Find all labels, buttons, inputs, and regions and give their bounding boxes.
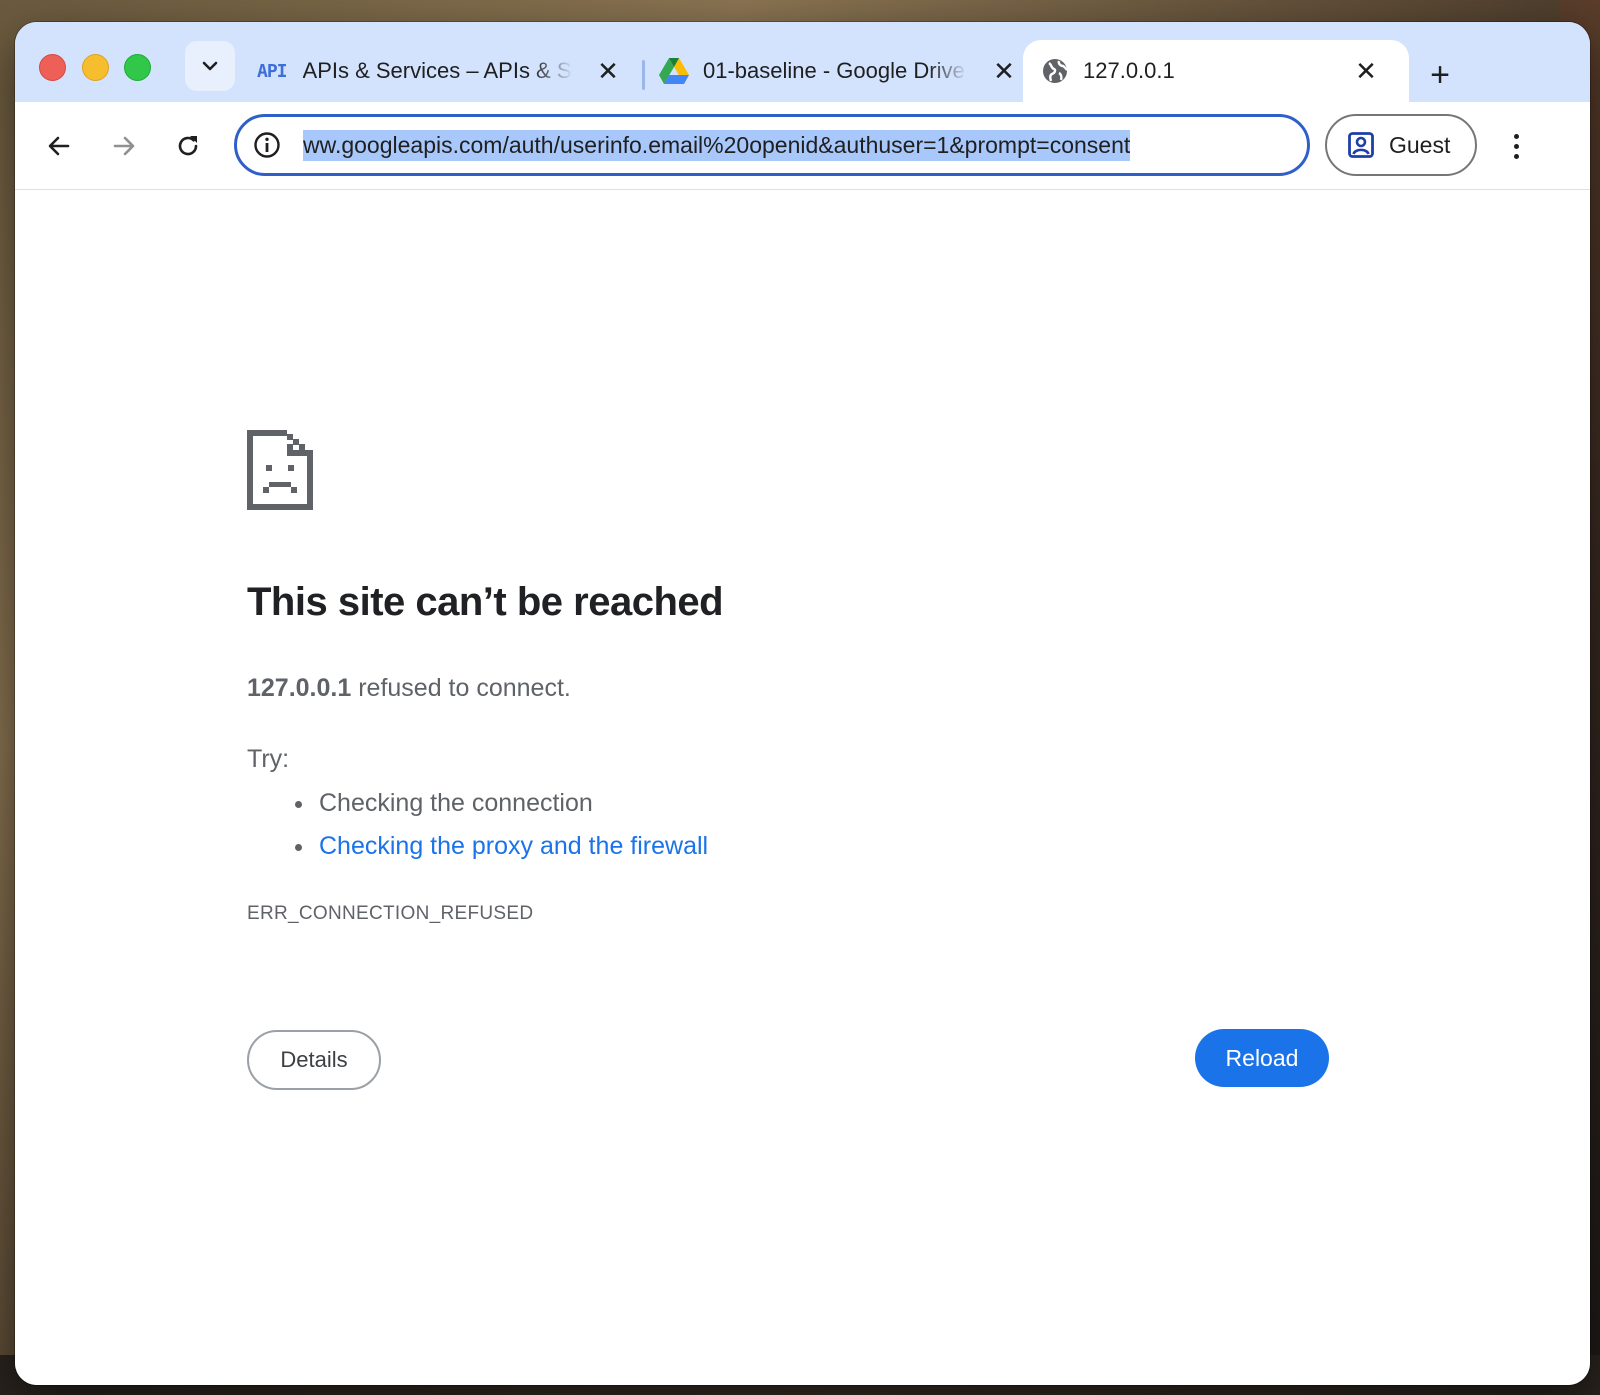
info-icon[interactable] [253, 131, 281, 159]
arrow-right-icon [113, 136, 135, 156]
tab-close-button[interactable]: ✕ [989, 56, 1019, 86]
error-summary-text: refused to connect. [351, 674, 571, 702]
browser-toolbar: ww.googleapis.com/auth/userinfo.email%20… [15, 102, 1590, 190]
tab-close-button[interactable]: ✕ [1351, 56, 1381, 86]
tab-title: 01-baseline - Google Drive [703, 58, 965, 83]
page-title: This site can’t be reached [247, 580, 724, 624]
tab-close-button[interactable]: ✕ [593, 56, 623, 86]
error-host: 127.0.0.1 [247, 674, 352, 702]
suggestion-list: Checking the connection Checking the pro… [295, 787, 708, 873]
new-tab-button[interactable]: + [1420, 55, 1460, 95]
suggestion-item: Checking the connection [295, 787, 708, 830]
address-bar[interactable]: ww.googleapis.com/auth/userinfo.email%20… [234, 114, 1310, 176]
reload-toolbar-button[interactable] [166, 124, 210, 168]
tab-title: 127.0.0.1 [1083, 58, 1175, 83]
profile-button[interactable]: Guest [1325, 114, 1477, 176]
suggestion-link-proxy-firewall[interactable]: Checking the proxy and the firewall [295, 830, 708, 873]
chevron-down-icon [202, 61, 218, 71]
tab-strip: API APIs & Services – APIs & Services ✕ … [15, 22, 1590, 102]
error-summary: 127.0.0.1 refused to connect. [247, 674, 571, 703]
error-code: ERR_CONNECTION_REFUSED [247, 903, 534, 924]
back-button[interactable] [37, 124, 81, 168]
window-zoom-button[interactable] [124, 54, 151, 81]
reload-button[interactable]: Reload [1195, 1029, 1329, 1087]
tab-search-button[interactable] [185, 41, 235, 91]
person-badge-icon [1348, 132, 1374, 158]
arrow-left-icon [48, 136, 70, 156]
tab-active-localhost[interactable]: 127.0.0.1 ✕ [1023, 40, 1409, 102]
tab-google-drive[interactable]: 01-baseline - Google Drive ✕ [653, 40, 1025, 102]
sad-document-icon [247, 430, 313, 510]
google-drive-icon [659, 57, 689, 84]
forward-button[interactable] [102, 124, 146, 168]
tab-divider [642, 60, 645, 90]
api-icon: API [257, 60, 287, 82]
error-page: This site can’t be reached 127.0.0.1 ref… [15, 190, 1590, 1385]
details-button[interactable]: Details [247, 1030, 381, 1090]
address-bar-url[interactable]: ww.googleapis.com/auth/userinfo.email%20… [303, 129, 1131, 161]
reload-icon [178, 136, 198, 156]
try-label: Try: [247, 745, 290, 773]
window-minimize-button[interactable] [82, 54, 109, 81]
more-vertical-icon[interactable] [1503, 126, 1529, 166]
tab-title: APIs & Services – APIs & Services [302, 58, 573, 83]
profile-label: Guest [1389, 131, 1451, 158]
tab-apis-services[interactable]: API APIs & Services – APIs & Services ✕ [255, 40, 635, 102]
browser-window: API APIs & Services – APIs & Services ✕ … [15, 22, 1590, 1385]
window-close-button[interactable] [39, 54, 66, 81]
globe-icon [1043, 59, 1068, 83]
